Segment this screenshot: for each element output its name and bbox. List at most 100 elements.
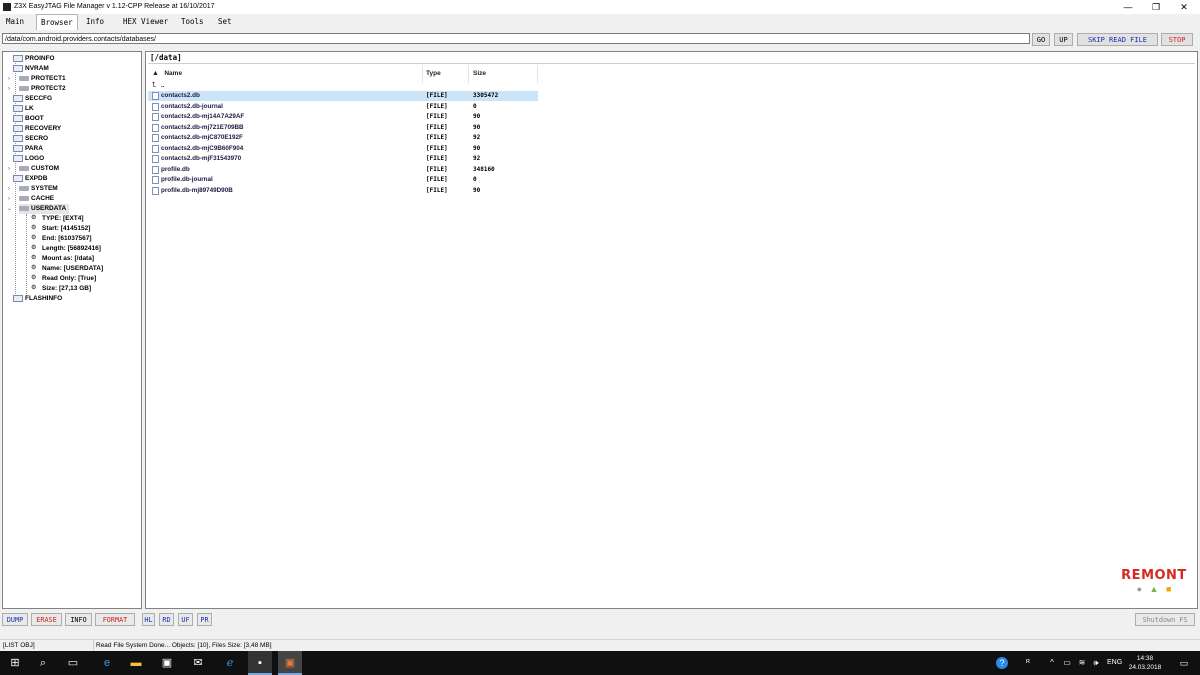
tab-info[interactable]: Info bbox=[82, 16, 108, 28]
tree-node-nvram[interactable]: NVRAM bbox=[13, 64, 49, 74]
table-row[interactable]: contacts2.db-mjC870E192F [FILE] 92 bbox=[148, 133, 538, 143]
tree-node-lk[interactable]: LK bbox=[13, 104, 34, 114]
remont-logo: REMONT ● ▲ ■ bbox=[1118, 568, 1190, 594]
tree-node-system[interactable]: SYSTEM bbox=[19, 184, 58, 194]
info-button[interactable]: INFO bbox=[65, 613, 92, 626]
window-title: Z3X EasyJTAG File Manager v 1.12-CPP Rel… bbox=[14, 3, 215, 10]
tree-node-custom[interactable]: CUSTOM bbox=[19, 164, 59, 174]
tree-node-flashinfo[interactable]: FLASHINFO bbox=[13, 294, 62, 304]
dump-button[interactable]: DUMP bbox=[2, 613, 28, 626]
chevron-right-icon[interactable]: › bbox=[8, 184, 10, 194]
tab-main[interactable]: Main bbox=[2, 16, 28, 28]
volume-icon[interactable]: 🕪 bbox=[1084, 651, 1108, 675]
skip-read-file-button[interactable]: SKIP READ FILE bbox=[1077, 33, 1158, 46]
mail-icon[interactable]: ✉ bbox=[186, 651, 210, 675]
tree-node-para[interactable]: PARA bbox=[13, 144, 43, 154]
stop-button[interactable]: STOP bbox=[1161, 33, 1193, 46]
tree-prop-type[interactable]: ⚙ TYPE: [EXT4] bbox=[31, 214, 84, 224]
edge-icon[interactable]: e bbox=[95, 651, 119, 675]
table-row[interactable]: contacts2.db-mj721E709BB [FILE] 90 bbox=[148, 123, 538, 133]
tree-node-label: NVRAM bbox=[25, 65, 49, 72]
tab-hex-viewer[interactable]: HEX Viewer bbox=[119, 16, 172, 28]
tree-node-boot[interactable]: BOOT bbox=[13, 114, 44, 124]
pr-button[interactable]: PR bbox=[197, 613, 212, 626]
tree-prop-length[interactable]: ⚙ Length: [56892416] bbox=[31, 244, 101, 254]
tree-node-protect1[interactable]: PROTECT1 bbox=[19, 74, 66, 84]
tree-node-userdata[interactable]: USERDATA bbox=[19, 204, 70, 214]
close-button[interactable]: ✕ bbox=[1171, 0, 1197, 14]
table-row[interactable]: contacts2.db-journal [FILE] 0 bbox=[148, 102, 538, 112]
tree-node-label: PROINFO bbox=[25, 55, 55, 62]
tree-node-label: USERDATA bbox=[31, 205, 67, 212]
file-size: 92 bbox=[473, 155, 481, 162]
hl-button[interactable]: HL bbox=[142, 613, 155, 626]
path-input[interactable]: /data/com.android.providers.contacts/dat… bbox=[2, 33, 1030, 44]
store-icon[interactable]: ▣ bbox=[155, 651, 179, 675]
tree-node-proinfo[interactable]: PROINFO bbox=[13, 54, 55, 64]
chevron-right-icon[interactable]: › bbox=[8, 84, 10, 94]
maximize-button[interactable]: ❐ bbox=[1143, 0, 1169, 14]
tree-node-logo[interactable]: LOGO bbox=[13, 154, 44, 164]
help-icon[interactable]: ? bbox=[990, 651, 1014, 675]
column-header-name[interactable]: ▲ Name bbox=[152, 68, 182, 80]
clock[interactable]: 14:38 24.03.2018 bbox=[1126, 654, 1164, 672]
file-type: [FILE] bbox=[426, 155, 448, 162]
chevron-right-icon[interactable]: › bbox=[8, 194, 10, 204]
tree-prop-name[interactable]: ⚙ Name: [USERDATA] bbox=[31, 264, 103, 274]
table-row[interactable]: profile.db-mj89749D90B [FILE] 90 bbox=[148, 186, 538, 196]
tab-set[interactable]: Set bbox=[214, 16, 236, 28]
tree-prop-start[interactable]: ⚙ Start: [4145152] bbox=[31, 224, 90, 234]
clock-time: 14:38 bbox=[1136, 655, 1154, 662]
notifications-icon[interactable]: ▭ bbox=[1172, 651, 1196, 675]
table-row[interactable]: profile.db-journal [FILE] 0 bbox=[148, 175, 538, 185]
chevron-right-icon[interactable]: › bbox=[8, 164, 10, 174]
search-icon[interactable]: ⌕ bbox=[31, 651, 55, 675]
file-explorer-icon[interactable]: ▬ bbox=[124, 651, 148, 675]
table-row[interactable]: contacts2.db-mjF31543970 [FILE] 92 bbox=[148, 154, 538, 164]
people-icon[interactable]: ᴿ bbox=[1016, 651, 1040, 675]
tree-prop-end[interactable]: ⚙ End: [61037567] bbox=[31, 234, 92, 244]
tree-prop-readonly[interactable]: ⚙ Read Only: [True] bbox=[31, 274, 96, 284]
format-button[interactable]: FORMAT bbox=[95, 613, 135, 626]
terminal-icon[interactable]: ▪ bbox=[248, 651, 272, 675]
tree-prop-size[interactable]: ⚙ Size: [27,13 GB] bbox=[31, 284, 91, 294]
tree-node-cache[interactable]: CACHE bbox=[19, 194, 54, 204]
tree-node-expdb[interactable]: EXPDB bbox=[13, 174, 47, 184]
chevron-down-icon[interactable]: ⌄ bbox=[7, 204, 12, 214]
rd-button[interactable]: RD bbox=[159, 613, 174, 626]
tree-prop-mount[interactable]: ⚙ Mount as: [/data] bbox=[31, 254, 94, 264]
windows-start-icon[interactable]: ⊞ bbox=[3, 651, 27, 675]
column-header-size[interactable]: Size bbox=[473, 68, 486, 80]
file-icon bbox=[152, 102, 159, 111]
parent-folder-row[interactable]: ⮤ .. bbox=[148, 81, 538, 91]
file-size: 90 bbox=[473, 186, 481, 194]
go-button[interactable]: GO bbox=[1032, 33, 1050, 46]
table-row[interactable]: profile.db [FILE] 348160 bbox=[148, 165, 538, 175]
erase-button[interactable]: ERASE bbox=[31, 613, 62, 626]
table-row[interactable]: contacts2.db [FILE] 3305472 bbox=[148, 91, 538, 101]
tree-node-secro[interactable]: SECRO bbox=[13, 134, 48, 144]
minimize-button[interactable]: — bbox=[1115, 0, 1141, 14]
task-view-icon[interactable]: ▭ bbox=[61, 651, 85, 675]
file-type: [FILE] bbox=[426, 113, 448, 120]
tree-node-label: SYSTEM bbox=[31, 185, 58, 192]
ie-icon[interactable]: ℯ bbox=[218, 651, 242, 675]
tree-node-recovery[interactable]: RECOVERY bbox=[13, 124, 61, 134]
easyjtag-icon[interactable]: ▣ bbox=[278, 651, 302, 675]
partition-icon bbox=[13, 154, 23, 162]
uf-button[interactable]: UF bbox=[178, 613, 193, 626]
tab-tools[interactable]: Tools bbox=[177, 16, 208, 28]
table-row[interactable]: contacts2.db-mj14A7A29AF [FILE] 90 bbox=[148, 112, 538, 122]
tree-node-seccfg[interactable]: SECCFG bbox=[13, 94, 52, 104]
partition-icon bbox=[13, 144, 23, 152]
column-header-type[interactable]: Type bbox=[426, 68, 441, 80]
language-indicator[interactable]: ENG bbox=[1107, 651, 1122, 675]
shutdown-fs-button[interactable]: Shutdown FS bbox=[1135, 613, 1195, 626]
table-row[interactable]: contacts2.db-mjC9B60F904 [FILE] 90 bbox=[148, 144, 538, 154]
tree-node-protect2[interactable]: PROTECT2 bbox=[19, 84, 66, 94]
tree-line bbox=[26, 214, 27, 296]
tab-browser[interactable]: Browser bbox=[36, 14, 78, 30]
file-list-panel: [/data] ▲ Name Type Size ⮤ .. contacts2.… bbox=[145, 51, 1198, 609]
chevron-right-icon[interactable]: › bbox=[8, 74, 10, 84]
up-button[interactable]: UP bbox=[1054, 33, 1073, 46]
